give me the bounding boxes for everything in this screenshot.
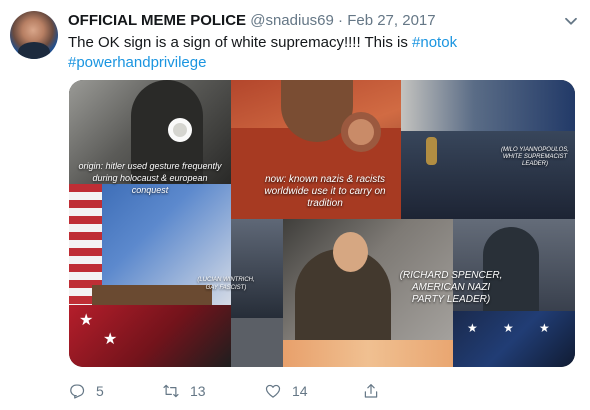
lamp-shape <box>426 137 437 165</box>
reply-icon <box>70 384 85 399</box>
tweet-text: The OK sign is a sign of white supremacy… <box>68 33 573 73</box>
image-panel-flag: ★ ★ <box>69 305 231 367</box>
separator-dot: · <box>338 12 344 29</box>
caption-known-racists: now: known nazis & racists worldwide use… <box>264 174 386 209</box>
like-count: 14 <box>292 383 308 399</box>
tweet-date[interactable]: Feb 27, 2017 <box>347 12 435 29</box>
tweet-header: OFFICIAL MEME POLICE @snadius69 · Feb 27… <box>68 11 436 31</box>
display-name[interactable]: OFFICIAL MEME POLICE <box>68 12 246 29</box>
retweet-button[interactable]: 13 <box>162 381 206 401</box>
heart-icon <box>265 384 281 398</box>
reply-count: 5 <box>96 383 104 399</box>
avatar[interactable] <box>10 11 58 59</box>
tweet-text-body: The OK sign is a sign of white supremacy… <box>68 34 413 51</box>
hashtag-powerhandprivilege[interactable]: #powerhandprivilege <box>68 54 206 71</box>
caption-lucian: (LUCIAN WINTRICH, GAY FASCIST) <box>197 277 255 291</box>
user-handle[interactable]: @snadius69 <box>250 12 334 29</box>
image-panel-room <box>401 80 575 131</box>
ok-hand-shape <box>168 118 192 142</box>
star-shape: ★ <box>79 312 94 329</box>
image-panel-stars: ★ ★ ★ <box>453 311 575 367</box>
image-panel-milo <box>401 131 575 219</box>
share-button[interactable] <box>362 381 380 401</box>
tweet-actions: 5 13 14 <box>68 381 468 401</box>
share-icon <box>364 384 378 398</box>
image-panel-trump <box>283 340 453 367</box>
retweet-count: 13 <box>190 383 206 399</box>
caption-milo: (MILO YIANNOPOULOS, WHITE SUPREMACIST LE… <box>501 147 569 167</box>
tweet-media[interactable]: ★ ★ ★ ★ ★ origin: hitler used gesture fr… <box>69 80 575 367</box>
ok-hand-shape <box>341 112 381 152</box>
star-shape: ★ <box>467 321 478 335</box>
image-panel-hallway <box>231 219 283 318</box>
retweet-icon <box>163 384 179 398</box>
tweet-card[interactable]: OFFICIAL MEME POLICE @snadius69 · Feb 27… <box>0 0 590 410</box>
hashtag-notok[interactable]: #notok <box>412 34 457 51</box>
reply-button[interactable]: 5 <box>68 381 104 401</box>
like-button[interactable]: 14 <box>264 381 308 401</box>
chevron-down-icon[interactable] <box>564 14 578 28</box>
star-shape: ★ <box>503 321 514 335</box>
podium-shape <box>92 285 212 305</box>
caption-origin: origin: hitler used gesture frequently d… <box>78 161 222 195</box>
caption-spencer: (RICHARD SPENCER, AMERICAN NAZI PARTY LE… <box>399 270 503 305</box>
head-shape <box>333 232 368 272</box>
star-shape: ★ <box>539 321 550 335</box>
image-panel-grey <box>231 318 283 367</box>
star-shape: ★ <box>103 331 118 348</box>
